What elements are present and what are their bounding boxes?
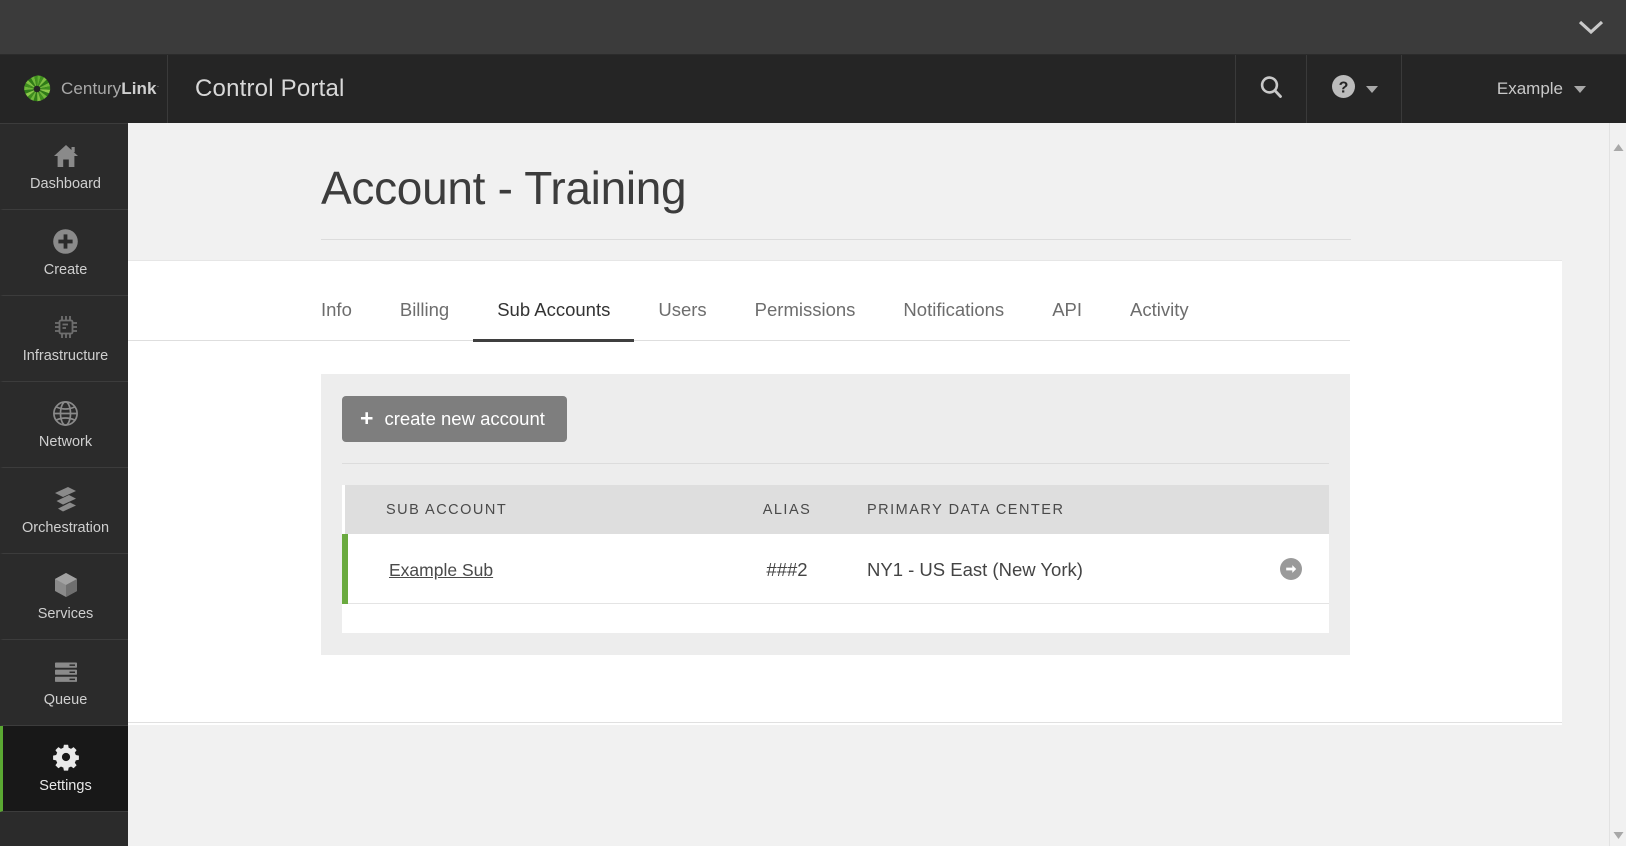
sidebar-item-label: Queue [43,692,88,708]
sidebar-item-queue[interactable]: Queue [0,640,128,726]
sidebar-item-services[interactable]: Services [0,554,128,640]
app-header: CenturyLink· Control Portal ? Example [0,55,1626,123]
account-tabs: Info Billing Sub Accounts Users Permissi… [128,299,1350,342]
main-bottom-divider [128,722,1562,723]
search-button[interactable] [1235,55,1306,123]
cpu-chip-icon [52,313,80,341]
title-divider [321,239,1351,240]
user-menu-label: Example [1496,79,1563,98]
caret-down-icon [1366,85,1378,93]
brand-trademark: · [156,82,160,91]
plus-circle-icon [52,227,79,255]
user-menu[interactable]: Example [1401,55,1626,123]
tab-activity[interactable]: Activity [1106,299,1213,342]
plus-icon: + [360,405,374,431]
home-icon [52,141,80,169]
help-menu-button[interactable]: ? [1306,55,1401,123]
tab-users[interactable]: Users [634,299,730,342]
sidebar-item-label: Network [38,434,93,450]
svg-text:?: ? [1339,79,1349,96]
page-title: Account - Training [321,162,687,214]
sidebar-item-label: Settings [39,778,92,794]
sub-accounts-card: + create new account SUB ACCOUNT ALIAS P… [321,374,1350,655]
cube-icon [53,571,79,599]
layers-icon [52,485,79,513]
arrow-right-circle-icon[interactable] [1280,558,1302,580]
column-header-sub-account[interactable]: SUB ACCOUNT [345,485,707,534]
centurylink-sunburst-logo [22,74,52,104]
sub-account-link[interactable]: Example Sub [389,560,493,580]
column-header-alias[interactable]: ALIAS [707,485,867,534]
scroll-up-arrow-icon[interactable] [1613,139,1624,151]
search-icon [1257,73,1285,106]
sidebar-item-label: Services [37,606,94,622]
cell-sub-account: Example Sub [342,534,707,604]
cell-actions [1257,534,1329,604]
sidebar-item-orchestration[interactable]: Orchestration [0,468,128,554]
sidebar: Dashboard Create Infrastructure Network … [0,123,128,846]
help-question-icon: ? [1330,73,1357,105]
sidebar-item-label: Create [43,262,88,278]
card-divider [342,463,1329,464]
sidebar-item-create[interactable]: Create [0,210,128,296]
main-content: Account - Training Info Billing Sub Acco… [128,123,1562,846]
sidebar-item-label: Dashboard [30,176,101,192]
globe-icon [52,399,79,427]
vertical-scrollbar[interactable] [1609,123,1626,846]
sidebar-item-settings[interactable]: Settings [0,726,128,812]
sub-accounts-table: SUB ACCOUNT ALIAS PRIMARY DATA CENTER Ex… [342,485,1329,604]
column-header-primary-data-center[interactable]: PRIMARY DATA CENTER [867,485,1257,534]
tab-api[interactable]: API [1028,299,1106,342]
browser-chrome-strip [0,0,1626,55]
sidebar-item-label: Orchestration [21,520,110,536]
sub-accounts-table-wrap: SUB ACCOUNT ALIAS PRIMARY DATA CENTER Ex… [342,485,1329,633]
cell-primary-data-center: NY1 - US East (New York) [867,534,1257,604]
caret-down-icon [1574,85,1586,93]
sidebar-item-dashboard[interactable]: Dashboard [0,124,128,210]
brand-name-bold: Link [121,79,157,98]
tab-sub-accounts[interactable]: Sub Accounts [473,299,635,342]
table-row[interactable]: Example Sub ###2 NY1 - US East (New York… [342,534,1329,604]
brand-wordmark: CenturyLink· [61,79,159,99]
table-header: SUB ACCOUNT ALIAS PRIMARY DATA CENTER [345,485,1329,534]
chevron-down-icon[interactable] [1574,12,1608,42]
tab-info[interactable]: Info [321,299,376,342]
table-body: Example Sub ###2 NY1 - US East (New York… [342,534,1329,604]
sidebar-item-network[interactable]: Network [0,382,128,468]
server-stack-icon [52,657,80,685]
table-header-row: SUB ACCOUNT ALIAS PRIMARY DATA CENTER [345,485,1329,534]
sidebar-item-label: Infrastructure [22,348,109,364]
portal-title: Control Portal [195,75,345,102]
brand-name-light: Century [61,79,122,98]
page-title-zone: Account - Training [128,123,1562,260]
gear-icon [52,743,80,771]
cell-alias: ###2 [707,534,867,604]
tab-permissions[interactable]: Permissions [731,299,880,342]
tab-notifications[interactable]: Notifications [879,299,1028,342]
column-header-actions [1257,485,1329,534]
scroll-down-arrow-icon[interactable] [1613,827,1624,839]
account-panel: Info Billing Sub Accounts Users Permissi… [128,260,1562,725]
create-new-account-label: create new account [384,407,545,429]
sidebar-item-infrastructure[interactable]: Infrastructure [0,296,128,382]
create-new-account-button[interactable]: + create new account [342,396,567,442]
tab-billing[interactable]: Billing [376,299,473,342]
brand-logo-area[interactable]: CenturyLink· [0,55,168,123]
